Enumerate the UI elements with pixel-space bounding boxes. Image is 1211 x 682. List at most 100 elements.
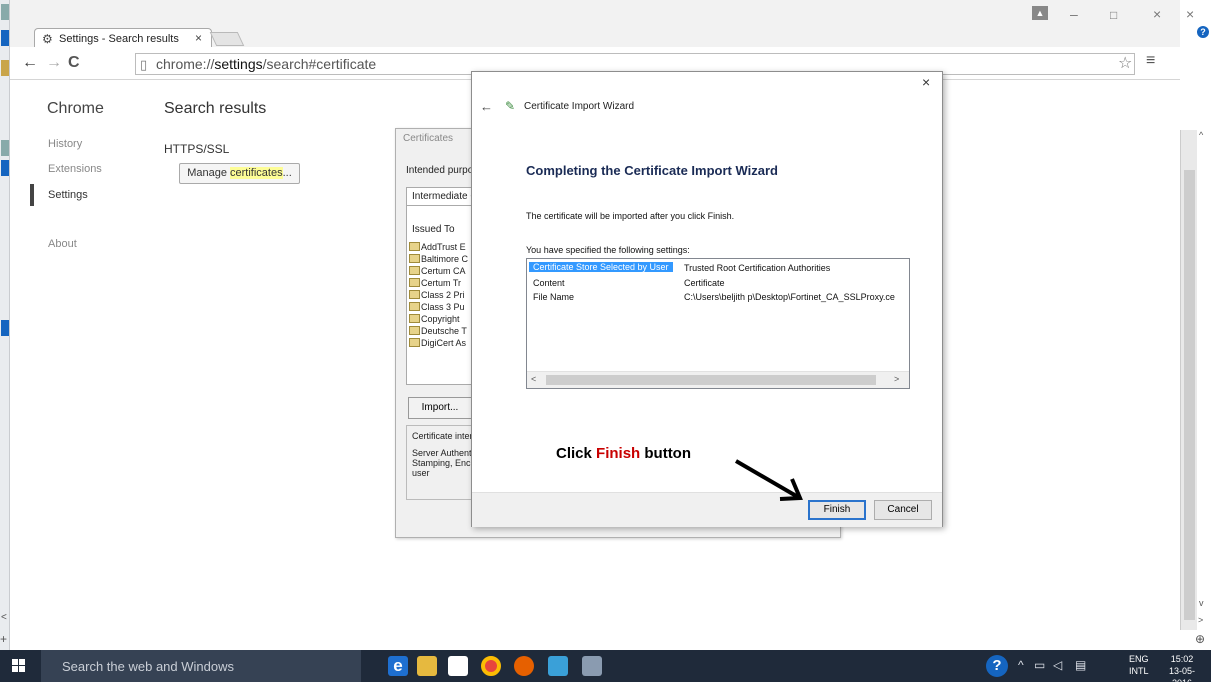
setting-key-store[interactable]: Certificate Store Selected by User [529,262,673,272]
store-icon[interactable] [448,656,468,676]
url-text: chrome://settings/search#certificate [156,56,377,72]
tab-strip: ⚙ Settings - Search results × ▲ – □ × [10,0,1180,48]
new-tab-button[interactable] [209,32,245,46]
sidebar-item-about[interactable]: About [48,238,77,250]
scroll-left-icon[interactable]: < [1,612,7,623]
section-title: HTTPS/SSL [164,142,230,156]
settings-list[interactable]: Certificate Store Selected by User Trust… [526,258,910,389]
wizard-title: Certificate Import Wizard [524,101,635,112]
wizard-info-text: The certificate will be imported after y… [526,211,735,221]
certificate-wizard-icon: ✎ [505,99,516,113]
scroll-down-icon[interactable]: v [1199,598,1204,608]
wizard-footer: Finish Cancel [472,492,942,527]
scroll-thumb[interactable] [1184,170,1195,620]
list-item[interactable]: DigiCert As [409,338,466,348]
tutorial-annotation: Click Finish button [556,445,692,462]
scroll-left-icon[interactable]: < [531,374,536,384]
vertical-scrollbar[interactable] [1180,130,1197,630]
certificate-icon [409,242,420,251]
wizard-heading: Completing the Certificate Import Wizard [526,163,778,178]
active-indicator [30,184,34,206]
sidebar-item-settings[interactable]: Settings [48,189,88,201]
close-icon[interactable]: × [1186,6,1194,22]
help-icon[interactable]: ? [1197,26,1209,38]
chrome-brand: Chrome [47,100,104,117]
setting-key-content[interactable]: Content [533,278,565,288]
certificate-icon [409,290,420,299]
setting-value-file: C:\Users\beljith p\Desktop\Fortinet_CA_S… [684,292,895,302]
annotation-arrow-icon [734,459,803,501]
system-clock[interactable]: 15:0213-05-2016 [1160,653,1204,682]
list-item[interactable]: AddTrust E [409,242,466,252]
volume-icon[interactable]: ◁ [1053,658,1062,672]
tab-title: Settings - Search results [59,33,179,45]
windows-start-icon[interactable] [12,659,26,673]
zoom-icon[interactable]: ⊕ [1195,632,1205,646]
sidebar-item-history[interactable]: History [48,138,82,150]
desktop-icon[interactable] [1,320,9,336]
certificate-icon [409,326,420,335]
taskbar-search-box[interactable]: Search the web and Windows [41,650,361,682]
chevron-up-icon[interactable]: ^ [1018,658,1024,672]
tab-settings[interactable]: ⚙ Settings - Search results × [34,28,212,48]
dialog-title: Certificates [403,133,454,144]
minimize-button[interactable]: – [1070,6,1078,22]
file-explorer-icon[interactable] [417,656,437,676]
scroll-right-icon[interactable]: > [1198,615,1203,625]
horizontal-scrollbar[interactable]: < > [527,371,909,388]
list-item[interactable]: Copyright [409,314,460,324]
settings-label: You have specified the following setting… [526,245,690,255]
gear-icon: ⚙ [42,32,53,46]
notification-icon[interactable]: ▤ [1075,658,1086,672]
page-icon: ▯ [140,57,148,72]
paint-icon[interactable] [582,656,602,676]
move-icon[interactable]: + [0,632,7,646]
close-icon[interactable]: × [922,74,930,90]
menu-icon[interactable]: ≡ [1146,52,1155,70]
certificate-icon [409,302,420,311]
desktop-icon[interactable] [1,160,9,176]
app-icon[interactable] [548,656,568,676]
help-icon[interactable]: ? [986,655,1008,677]
cancel-button[interactable]: Cancel [874,500,932,520]
column-issued-to: Issued To [412,224,455,235]
list-item[interactable]: Deutsche T [409,326,467,336]
desktop-icon[interactable] [1,4,9,20]
scroll-thumb[interactable] [546,375,876,385]
network-icon[interactable]: ▭ [1034,658,1045,672]
back-arrow-icon[interactable]: ← [22,54,38,72]
edge-browser-icon[interactable]: e [388,656,408,676]
firefox-icon[interactable] [514,656,534,676]
desktop-icon[interactable] [1,140,9,156]
import-button[interactable]: Import... [408,397,472,419]
list-item[interactable]: Class 2 Pri [409,290,465,300]
list-item[interactable]: Baltimore C [409,254,468,264]
desktop-icon[interactable] [1,30,9,46]
setting-key-file[interactable]: File Name [533,292,574,302]
user-icon[interactable]: ▲ [1032,6,1048,20]
sidebar-item-extensions[interactable]: Extensions [48,163,102,175]
close-window-button[interactable]: × [1153,6,1161,22]
input-language[interactable]: ENG INTL [1129,653,1149,677]
back-arrow-icon[interactable]: ← [480,99,493,114]
scroll-right-icon[interactable]: > [894,374,899,384]
certificate-icon [409,338,420,347]
chrome-icon[interactable] [481,656,501,676]
search-input[interactable]: Search the web and Windows [62,659,234,674]
list-item[interactable]: Certum Tr [409,278,461,288]
maximize-button[interactable]: □ [1110,8,1117,22]
certificate-icon [409,254,420,263]
scroll-up-icon[interactable]: ^ [1199,130,1203,140]
star-icon[interactable]: ☆ [1118,53,1132,73]
setting-value-content: Certificate [684,278,725,288]
forward-arrow-icon[interactable]: → [46,54,62,72]
reload-icon[interactable]: C [68,54,80,72]
desktop-icon[interactable] [1,60,9,76]
list-item[interactable]: Certum CA [409,266,466,276]
certificate-import-wizard: × ← ✎ Certificate Import Wizard Completi… [471,71,943,527]
certificate-icon [409,314,420,323]
tab-close-button[interactable]: × [195,31,202,45]
list-item[interactable]: Class 3 Pu [409,302,465,312]
manage-certificates-button[interactable]: Manage certificates... [179,163,300,184]
finish-button[interactable]: Finish [808,500,866,520]
